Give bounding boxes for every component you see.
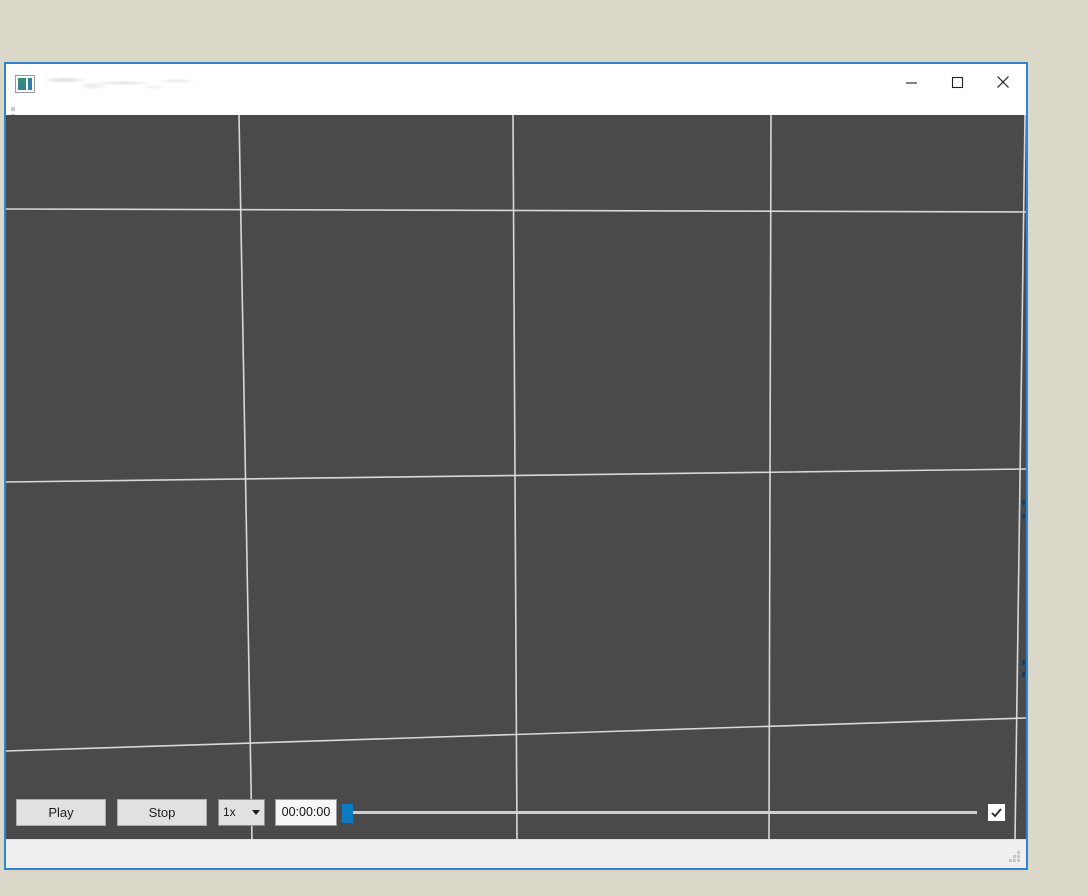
seek-slider[interactable]	[342, 799, 977, 826]
icon-screen-shape	[18, 78, 26, 90]
window-title-bar[interactable]	[6, 64, 1026, 115]
playback-control-bar: Play Stop 1x 00:00:00	[6, 784, 1026, 840]
video-canvas[interactable]: Play Stop 1x 00:00:00	[6, 115, 1026, 840]
playback-speed-value: 1x	[223, 805, 236, 819]
grid-line-vertical	[238, 115, 253, 840]
checkmark-icon	[991, 807, 1002, 817]
loop-checkbox[interactable]	[987, 802, 1006, 822]
border-artifact	[1022, 672, 1025, 677]
grid-line-vertical	[768, 115, 772, 840]
seek-slider-track[interactable]	[342, 810, 977, 814]
maximize-button[interactable]	[934, 66, 980, 98]
timecode-display[interactable]: 00:00:00	[275, 798, 337, 826]
stop-button[interactable]: Stop	[117, 798, 207, 826]
seek-slider-handle[interactable]	[342, 803, 353, 823]
status-bar	[6, 839, 1026, 868]
calibration-grid-overlay	[6, 115, 1026, 840]
playback-speed-select[interactable]: 1x	[218, 798, 265, 826]
grid-line-vertical	[1014, 115, 1026, 840]
grid-line-horizontal	[6, 468, 1026, 483]
window-title-text	[45, 72, 225, 98]
border-artifact	[1022, 500, 1025, 505]
grid-line-horizontal	[6, 208, 1026, 213]
border-artifact	[1022, 660, 1025, 665]
minimize-button[interactable]	[888, 66, 934, 98]
icon-bar-shape	[28, 78, 32, 90]
grid-line-vertical	[512, 115, 518, 840]
media-player-icon	[15, 75, 35, 93]
media-player-window: Play Stop 1x 00:00:00	[4, 62, 1028, 870]
edge-artifact-dot	[11, 107, 15, 111]
close-button[interactable]	[980, 66, 1026, 98]
play-button[interactable]: Play	[16, 798, 106, 826]
chevron-down-icon	[252, 809, 260, 815]
border-artifact	[1022, 514, 1025, 519]
resize-grip[interactable]	[1008, 851, 1021, 864]
